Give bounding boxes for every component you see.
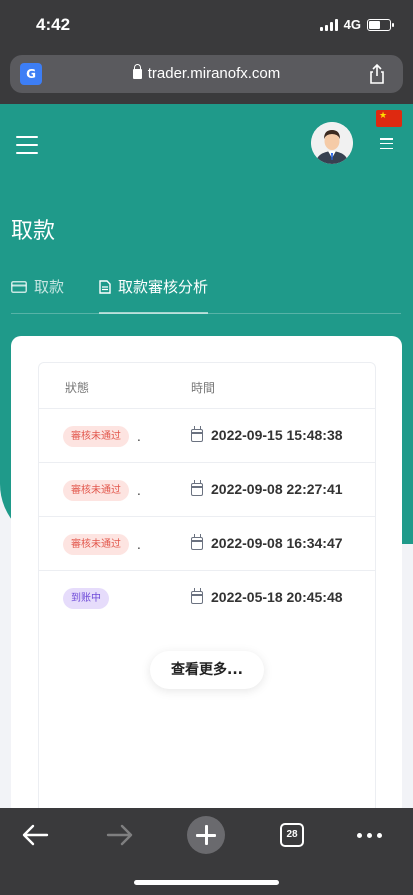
calendar-icon (191, 588, 203, 604)
home-indicator (134, 880, 279, 885)
status-suffix: . (137, 430, 141, 444)
row-time: 2022-09-08 22:27:41 (211, 481, 343, 497)
table-row[interactable]: 審核未通过 . 2022-09-08 16:34:47 (39, 517, 375, 571)
status-time: 4:42 (36, 15, 71, 34)
tabs-count-button[interactable]: 28 (280, 823, 304, 847)
share-icon[interactable] (367, 63, 387, 85)
language-flag-icon[interactable]: ★ (376, 110, 402, 127)
battery-icon (367, 18, 394, 31)
forward-arrow-icon[interactable] (105, 823, 135, 847)
table-header: 狀態 時間 (39, 363, 375, 409)
status-suffix: . (137, 538, 141, 552)
tab-withdraw-review-label: 取款審核分析 (118, 278, 209, 296)
status-badge: 審核未通过 (63, 426, 129, 447)
row-time: 2022-09-15 15:48:38 (211, 427, 343, 443)
withdrawal-table: 狀態 時間 審核未通过 . 2022-09-15 15:48:38 審核未通过 … (38, 362, 376, 822)
active-tab-indicator (99, 312, 208, 314)
url-display[interactable]: trader.miranofx.com (10, 64, 403, 82)
tab-withdraw-review[interactable]: 取款審核分析 (99, 276, 208, 297)
hamburger-menu-icon[interactable] (16, 136, 38, 154)
address-bar[interactable]: G trader.miranofx.com (10, 55, 403, 93)
row-time: 2022-09-08 16:34:47 (211, 535, 343, 551)
calendar-icon (191, 534, 203, 550)
status-suffix: . (137, 484, 141, 498)
table-row[interactable]: 審核未通过 . 2022-09-08 22:27:41 (39, 463, 375, 517)
withdrawal-card: 狀態 時間 審核未通过 . 2022-09-15 15:48:38 審核未通过 … (11, 336, 402, 822)
column-header-status: 狀態 (65, 381, 90, 395)
url-text: trader.miranofx.com (147, 65, 281, 82)
row-time: 2022-05-18 20:45:48 (211, 589, 343, 605)
status-badge: 審核未通过 (63, 534, 129, 555)
status-bar: 4:42 4G (0, 0, 413, 52)
column-header-time: 時間 (191, 381, 216, 395)
tab-withdraw-label: 取款 (34, 278, 65, 296)
user-avatar[interactable] (311, 122, 353, 164)
load-more-button[interactable]: 查看更多... (150, 651, 264, 689)
status-badge: 到账中 (63, 588, 109, 609)
signal-icon (319, 18, 338, 31)
back-arrow-icon[interactable] (20, 823, 50, 847)
document-icon (99, 279, 111, 294)
tab-bar: 取款 取款審核分析 (11, 270, 401, 314)
status-badge: 審核未通过 (63, 480, 129, 501)
table-row[interactable]: 到账中 2022-05-18 20:45:48 (39, 571, 375, 625)
tab-withdraw[interactable]: 取款 (11, 276, 64, 297)
more-options-icon[interactable] (357, 833, 382, 838)
table-row[interactable]: 審核未通过 . 2022-09-15 15:48:38 (39, 409, 375, 463)
calendar-icon (191, 480, 203, 496)
network-type: 4G (343, 17, 361, 32)
browser-toolbar: G trader.miranofx.com (0, 52, 413, 104)
lock-icon (132, 64, 142, 79)
status-indicators: 4G (319, 17, 394, 32)
new-tab-plus-icon[interactable] (187, 816, 225, 854)
credit-card-icon (11, 280, 27, 293)
calendar-icon (191, 426, 203, 442)
page-title: 取款 (11, 219, 56, 244)
menu-icon[interactable] (380, 138, 393, 149)
